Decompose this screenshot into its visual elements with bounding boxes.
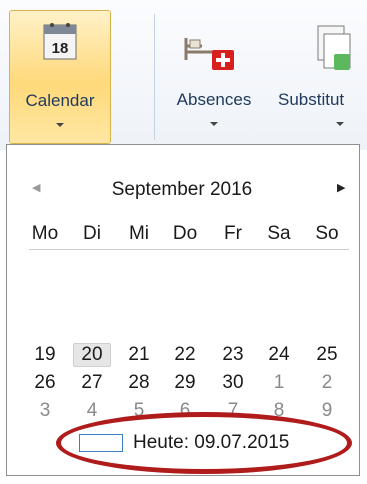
absences-button[interactable]: Absences <box>160 10 268 142</box>
svg-text:18: 18 <box>52 40 69 57</box>
day-cell-next-month[interactable]: 9 <box>308 399 346 423</box>
calendar-icon: 18 <box>43 23 77 60</box>
weekday-header: Mo Di Mi Do Fr Sa So <box>7 223 361 249</box>
ribbon-separator <box>154 14 155 140</box>
absences-button-label: Absences <box>176 90 252 109</box>
day-cell-next-month[interactable]: 3 <box>26 399 64 423</box>
day-cell[interactable]: 22 <box>166 343 204 367</box>
substitutions-button[interactable]: Substitut <box>276 10 367 142</box>
weekday-label: So <box>315 223 339 244</box>
day-cell-next-month[interactable]: 2 <box>308 371 346 395</box>
calendar-button[interactable]: 18 Calendar <box>9 10 111 144</box>
bed-cross-icon <box>184 38 234 70</box>
calendar-week: 19 20 21 22 23 24 25 <box>7 343 361 367</box>
chevron-down-icon <box>336 122 344 126</box>
day-cell[interactable]: 24 <box>260 343 298 367</box>
documents-icon <box>317 25 351 70</box>
weekday-label: Sa <box>267 223 291 244</box>
highlight-annotation <box>56 412 352 474</box>
day-cell[interactable]: 27 <box>73 371 111 395</box>
day-cell[interactable]: 25 <box>308 343 346 367</box>
header-divider <box>29 249 349 250</box>
previous-month-icon[interactable]: ◀ <box>32 181 40 194</box>
weekday-label: Di <box>83 223 101 244</box>
month-title: September 2016 <box>111 179 253 200</box>
day-cell[interactable]: 30 <box>214 371 252 395</box>
weekday-label: Fr <box>224 223 242 244</box>
chevron-down-icon <box>210 122 218 126</box>
calendar-week: 26 27 28 29 30 1 2 <box>7 371 361 395</box>
day-cell[interactable]: 29 <box>166 371 204 395</box>
day-cell[interactable]: 21 <box>120 343 158 367</box>
weekday-label: Mi <box>128 223 150 244</box>
weekday-label: Do <box>172 223 198 244</box>
substitutions-button-label: Substitut <box>278 90 345 109</box>
next-month-icon[interactable]: ▶ <box>337 181 345 194</box>
day-cell-selected[interactable]: 20 <box>73 343 111 367</box>
calendar-button-label: Calendar <box>25 91 95 110</box>
chevron-down-icon <box>56 123 64 127</box>
day-cell[interactable]: 28 <box>120 371 158 395</box>
day-cell[interactable]: 23 <box>214 343 252 367</box>
day-cell-next-month[interactable]: 1 <box>260 371 298 395</box>
day-cell[interactable]: 26 <box>26 371 64 395</box>
day-cell[interactable]: 19 <box>26 343 64 367</box>
weekday-label: Mo <box>31 223 59 244</box>
ribbon: 18 Calendar Absences Substitut <box>0 0 367 150</box>
